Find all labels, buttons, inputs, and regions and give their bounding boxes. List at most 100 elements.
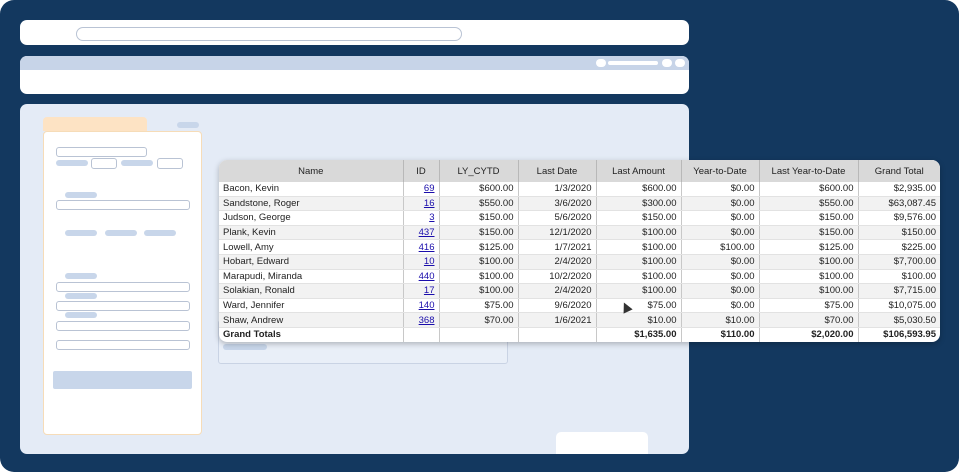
donor-id-link[interactable]: 17 <box>424 285 435 296</box>
filter-field[interactable] <box>56 301 190 311</box>
cell-last-year-to-date: $550.00 <box>759 196 859 212</box>
table-row: Solakian, Ronald 17 $100.00 2/4/2020 $10… <box>219 283 940 299</box>
cell-last-amount: $10.00 <box>596 312 682 328</box>
cell-last-amount: $75.00 <box>596 298 682 314</box>
cell-year-to-date: $0.00 <box>681 283 760 299</box>
close-icon[interactable] <box>675 59 685 67</box>
table-row: Ward, Jennifer 140 $75.00 9/6/2020 $75.0… <box>219 298 940 314</box>
cell-name: Sandstone, Roger <box>219 196 404 212</box>
cell-name: Judson, George <box>219 210 404 226</box>
url-input[interactable] <box>76 27 462 41</box>
column-header-name[interactable]: Name <box>219 160 404 182</box>
table-row: Bacon, Kevin 69 $600.00 1/3/2020 $600.00… <box>219 182 940 197</box>
filter-label <box>65 293 97 299</box>
cell-last-year-to-date: $600.00 <box>759 182 859 197</box>
total-last-amount: $1,635.00 <box>596 327 682 342</box>
table-row: Plank, Kevin 437 $150.00 12/1/2020 $100.… <box>219 225 940 241</box>
total-grand-total: $106,593.95 <box>883 329 936 341</box>
cell-last-date: 1/7/2021 <box>518 239 597 255</box>
cell-grand-total: $7,715.00 <box>858 283 940 299</box>
apply-button[interactable] <box>53 371 192 389</box>
cell-last-year-to-date: $150.00 <box>759 210 859 226</box>
cell-last-year-to-date: $100.00 <box>759 269 859 285</box>
toolbar-strip <box>20 56 689 70</box>
table-row: Marapudi, Miranda 440 $100.00 10/2/2020 … <box>219 269 940 285</box>
column-header-last-date[interactable]: Last Date <box>518 160 597 182</box>
table-row: Hobart, Edward 10 $100.00 2/4/2020 $100.… <box>219 254 940 270</box>
filter-field[interactable] <box>91 158 117 169</box>
donor-id-link[interactable]: 16 <box>424 198 435 209</box>
window-control-slider <box>608 61 658 65</box>
column-header-id[interactable]: ID <box>403 160 440 182</box>
cell-grand-total: $2,935.00 <box>858 182 940 197</box>
column-header-last-year-to-date[interactable]: Last Year-to-Date <box>759 160 859 182</box>
cell-last-amount: $100.00 <box>596 225 682 241</box>
cell-year-to-date: $0.00 <box>681 269 760 285</box>
cell-year-to-date: $0.00 <box>681 196 760 212</box>
cell-grand-total: $63,087.45 <box>858 196 940 212</box>
cell-last-date: 2/4/2020 <box>518 254 597 270</box>
cell-grand-total: $150.00 <box>858 225 940 241</box>
table-row: Sandstone, Roger 16 $550.00 3/6/2020 $30… <box>219 196 940 212</box>
cell-last-date: 9/6/2020 <box>518 298 597 314</box>
cell-ly-cytd: $100.00 <box>439 254 519 270</box>
totals-empty-cell <box>518 327 597 342</box>
column-header-year-to-date[interactable]: Year-to-Date <box>681 160 760 182</box>
filter-field[interactable] <box>157 158 183 169</box>
cell-name: Hobart, Edward <box>219 254 404 270</box>
filter-option[interactable] <box>65 230 97 236</box>
cell-last-year-to-date: $75.00 <box>759 298 859 314</box>
filter-field[interactable] <box>56 340 190 350</box>
donor-id-link[interactable]: 3 <box>429 212 434 223</box>
filter-label <box>121 160 153 166</box>
totals-empty-cell <box>439 327 519 342</box>
cell-ly-cytd: $125.00 <box>439 239 519 255</box>
cell-last-date: 1/3/2020 <box>518 182 597 197</box>
donor-id-link[interactable]: 69 <box>424 183 435 194</box>
cell-last-amount: $100.00 <box>596 283 682 299</box>
filter-field[interactable] <box>56 282 190 292</box>
table-header-row: Name ID LY_CYTD Last Date Last Amount Ye… <box>219 160 940 182</box>
panel-tab-inactive[interactable] <box>177 122 199 128</box>
minimize-icon[interactable] <box>662 59 672 67</box>
cell-name: Lowell, Amy <box>219 239 404 255</box>
results-table: Name ID LY_CYTD Last Date Last Amount Ye… <box>219 160 940 342</box>
filter-field[interactable] <box>56 321 190 331</box>
filter-field[interactable] <box>56 200 190 210</box>
column-header-grand-total[interactable]: Grand Total <box>858 160 940 182</box>
cell-last-date: 2/4/2020 <box>518 283 597 299</box>
donor-id-link[interactable]: 140 <box>419 300 435 311</box>
cell-ly-cytd: $150.00 <box>439 210 519 226</box>
filter-field[interactable] <box>56 147 147 157</box>
total-last-year-to-date: $2,020.00 <box>759 327 859 342</box>
panel-tab-active[interactable] <box>43 117 147 131</box>
cell-year-to-date: $0.00 <box>681 254 760 270</box>
cell-name: Shaw, Andrew <box>219 312 404 328</box>
cell-year-to-date: $10.00 <box>681 312 760 328</box>
donor-id-link[interactable]: 437 <box>419 227 435 238</box>
cell-ly-cytd: $100.00 <box>439 283 519 299</box>
cell-last-date: 5/6/2020 <box>518 210 597 226</box>
cell-last-amount: $100.00 <box>596 239 682 255</box>
cell-name: Bacon, Kevin <box>219 182 404 197</box>
cell-last-year-to-date: $70.00 <box>759 312 859 328</box>
window-control-icon[interactable] <box>596 59 606 67</box>
bottom-tab[interactable] <box>556 432 648 454</box>
cell-grand-total: $10,075.00 <box>858 298 940 314</box>
cell-name: Ward, Jennifer <box>219 298 404 314</box>
donor-id-link[interactable]: 10 <box>424 256 435 267</box>
cell-last-amount: $150.00 <box>596 210 682 226</box>
cell-grand-total: $9,576.00 <box>858 210 940 226</box>
cell-last-date: 3/6/2020 <box>518 196 597 212</box>
cell-last-year-to-date: $100.00 <box>759 254 859 270</box>
column-header-ly-cytd[interactable]: LY_CYTD <box>439 160 519 182</box>
table-row: Shaw, Andrew 368 $70.00 1/6/2021 $10.00 … <box>219 312 940 328</box>
column-header-last-amount[interactable]: Last Amount <box>596 160 682 182</box>
filter-option[interactable] <box>105 230 137 236</box>
donor-id-link[interactable]: 416 <box>419 242 435 253</box>
donor-id-link[interactable]: 368 <box>419 315 435 326</box>
filter-option[interactable] <box>144 230 176 236</box>
table-row: Judson, George 3 $150.00 5/6/2020 $150.0… <box>219 210 940 226</box>
totals-empty-cell <box>403 327 440 342</box>
donor-id-link[interactable]: 440 <box>419 271 435 282</box>
